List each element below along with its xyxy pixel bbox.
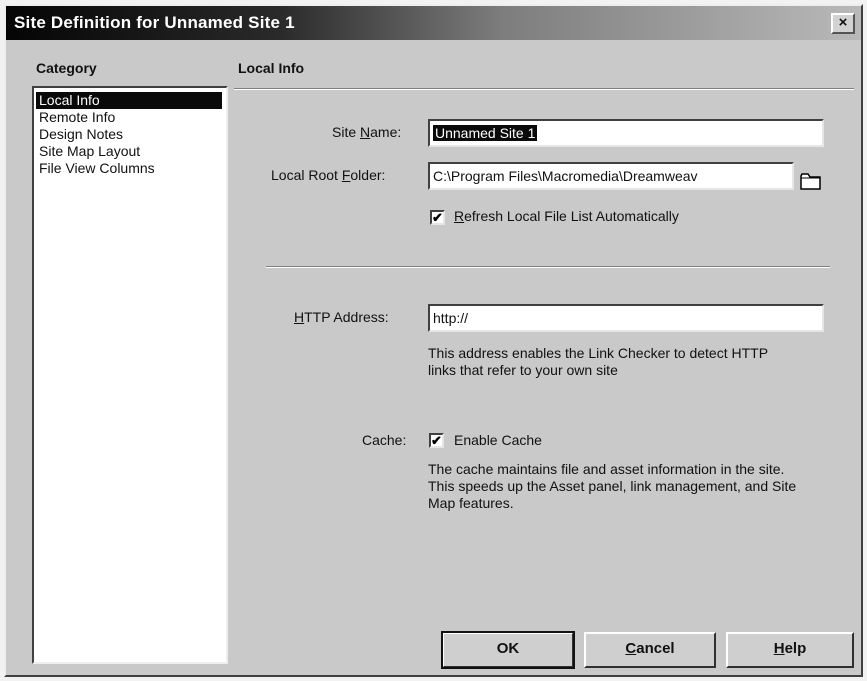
refresh-checkbox-label[interactable]: Refresh Local File List Automatically <box>454 208 679 224</box>
site-name-input[interactable]: Unnamed Site 1 <box>428 119 824 147</box>
category-item-file-view-columns[interactable]: File View Columns <box>36 160 226 177</box>
site-name-label: Site Name: <box>332 124 402 140</box>
refresh-checkbox[interactable]: ✔ <box>430 210 445 225</box>
category-header: Category <box>36 60 97 76</box>
local-root-folder-label: Local Root Folder: <box>271 167 386 183</box>
folder-icon[interactable] <box>800 171 822 191</box>
cache-help-text: The cache maintains file and asset infor… <box>428 461 797 511</box>
ok-button[interactable]: OK <box>441 631 575 669</box>
section-divider <box>266 266 830 268</box>
cache-label: Cache: <box>362 432 407 448</box>
title-bar[interactable]: Site Definition for Unnamed Site 1 × <box>6 6 861 40</box>
category-list[interactable]: Local Info Remote Info Design Notes Site… <box>32 86 228 664</box>
category-item-local-info[interactable]: Local Info <box>36 92 222 109</box>
http-address-input[interactable]: http:// <box>428 304 824 332</box>
category-item-remote-info[interactable]: Remote Info <box>36 109 226 126</box>
http-address-help-text: This address enables the Link Checker to… <box>428 345 768 378</box>
category-item-design-notes[interactable]: Design Notes <box>36 126 226 143</box>
local-root-folder-input[interactable]: C:\Program Files\Macromedia\Dreamweav <box>428 162 794 190</box>
enable-cache-label[interactable]: Enable Cache <box>454 432 542 448</box>
help-button[interactable]: Help <box>726 632 854 668</box>
http-address-label: HTTP Address: <box>294 309 389 325</box>
panel-title: Local Info <box>238 60 305 76</box>
window-title: Site Definition for Unnamed Site 1 <box>14 13 295 32</box>
cancel-button[interactable]: Cancel <box>584 632 716 668</box>
site-name-value: Unnamed Site 1 <box>433 125 538 141</box>
panel-title-divider <box>234 88 854 90</box>
site-definition-dialog: Site Definition for Unnamed Site 1 × Cat… <box>4 4 863 677</box>
close-button[interactable]: × <box>831 13 855 34</box>
category-item-site-map-layout[interactable]: Site Map Layout <box>36 143 226 160</box>
enable-cache-checkbox[interactable]: ✔ <box>429 433 444 448</box>
